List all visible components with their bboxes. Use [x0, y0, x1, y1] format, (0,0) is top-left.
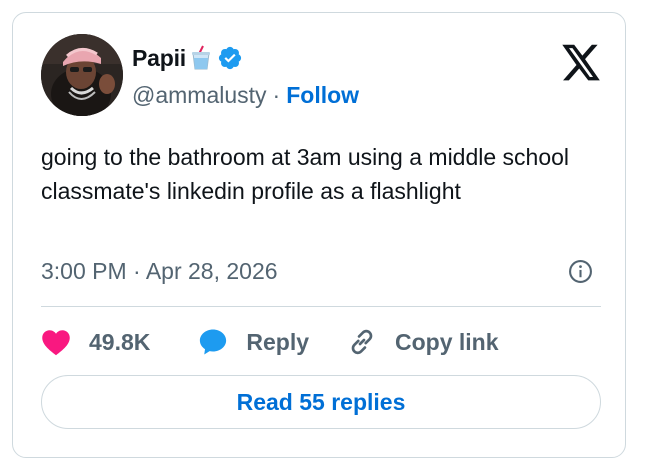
avatar-image [41, 34, 123, 116]
divider [41, 306, 601, 307]
tweet-actions: 49.8K Reply Copy link [41, 325, 499, 359]
reply-label: Reply [246, 328, 310, 355]
heart-icon [42, 330, 70, 356]
tweet-timestamp[interactable]: 3:00 PM · Apr 28, 2026 [41, 256, 278, 286]
read-replies-button[interactable]: Read 55 replies [41, 375, 601, 429]
reply-button[interactable]: Reply [197, 327, 309, 357]
read-replies-label: Read 55 replies [236, 388, 406, 415]
tweet-embed-card: Papii @ammalusty · Follow going to the b… [12, 12, 626, 458]
like-count: 49.8K [89, 328, 151, 355]
avatar[interactable] [41, 34, 123, 116]
author-display-name[interactable]: Papii [132, 45, 186, 72]
info-icon[interactable] [568, 259, 593, 284]
separator-dot: · [272, 81, 281, 108]
speech-bubble-icon [200, 329, 227, 355]
author-handle-row: @ammalusty · Follow [132, 80, 359, 110]
author-name-row: Papii [132, 43, 243, 73]
link-icon [351, 329, 373, 355]
copy-link-button[interactable]: Copy link [346, 326, 499, 358]
author-handle[interactable]: @ammalusty [132, 82, 267, 109]
cup-with-straw-icon [190, 45, 212, 71]
copy-link-label: Copy link [395, 328, 499, 355]
x-logo-icon[interactable] [560, 43, 602, 83]
like-button[interactable]: 49.8K [41, 328, 150, 356]
tweet-text: going to the bathroom at 3am using a mid… [41, 144, 570, 204]
verified-badge-icon [217, 45, 243, 71]
follow-button[interactable]: Follow [286, 82, 359, 109]
